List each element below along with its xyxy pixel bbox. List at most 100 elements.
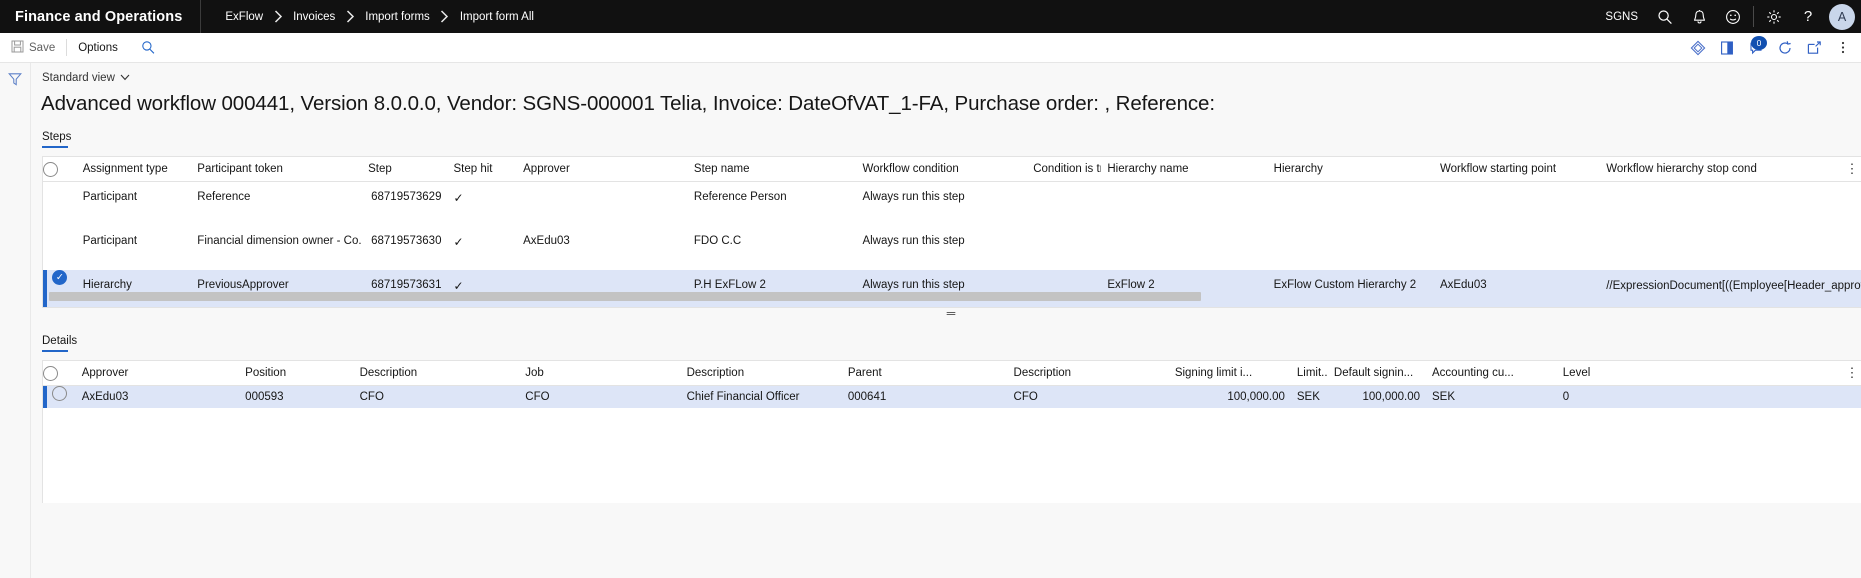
settings-gear-icon[interactable] — [1757, 0, 1791, 33]
notification-bell-icon[interactable] — [1682, 0, 1716, 33]
row-select-cell[interactable] — [43, 182, 77, 227]
col-position[interactable]: Position — [239, 361, 354, 386]
cell-workflow-starting-point — [1434, 182, 1600, 227]
col-level[interactable]: Level — [1556, 361, 1861, 386]
details-grid: Approver Position Description Job Descri… — [42, 360, 1861, 503]
breadcrumb-item-invoices[interactable]: Invoices — [291, 11, 337, 23]
row-selection-indicator — [43, 386, 47, 408]
refresh-icon[interactable] — [1770, 33, 1799, 62]
app-brand-title: Finance and Operations — [15, 8, 183, 25]
col-step-name[interactable]: Step name — [687, 157, 857, 182]
horizontal-scrollbar[interactable] — [49, 292, 1861, 301]
col-signing-limit[interactable]: Signing limit i... — [1168, 361, 1291, 386]
company-selector[interactable]: SGNS — [1595, 11, 1648, 23]
page-title: Advanced workflow 000441, Version 8.0.0.… — [41, 92, 1215, 115]
chevron-down-icon — [120, 72, 130, 84]
col-description-1[interactable]: Description — [353, 361, 520, 386]
col-assignment-type[interactable]: Assignment type — [76, 157, 192, 182]
col-limit-currency[interactable]: Limit... — [1290, 361, 1328, 386]
cell-step-name: FDO C.C — [693, 235, 742, 247]
cell-workflow-condition: Always run this step — [862, 279, 965, 291]
steps-header-row: Assignment type Participant token Step S… — [43, 157, 1861, 182]
row-select-circle-icon[interactable] — [51, 386, 67, 401]
cell-condition-is-true — [1027, 226, 1101, 270]
select-all-toggle[interactable] — [43, 361, 76, 386]
col-participant-token[interactable]: Participant token — [191, 157, 363, 182]
user-avatar[interactable]: A — [1829, 3, 1855, 30]
tab-steps[interactable]: Steps — [42, 131, 71, 148]
col-hierarchy[interactable]: Hierarchy — [1267, 157, 1434, 182]
view-selector[interactable]: Standard view — [39, 70, 130, 84]
cell-limit-currency: SEK — [1296, 390, 1320, 403]
cell-workflow-hierarchy-stop-cond — [1600, 226, 1861, 270]
attachments-diamond-icon[interactable] — [1683, 33, 1712, 62]
breadcrumb-item-import-forms[interactable]: Import forms — [363, 11, 432, 23]
messages-icon[interactable]: 0 — [1741, 33, 1770, 62]
breadcrumb: ExFlow Invoices Import forms Import form… — [201, 10, 536, 23]
tab-active-underline — [42, 350, 68, 352]
table-row[interactable]: Participant Reference 68719573629 ✓ Refe… — [43, 182, 1861, 227]
col-hierarchy-name[interactable]: Hierarchy name — [1101, 157, 1268, 182]
save-button[interactable]: Save — [0, 33, 66, 62]
column-options-icon[interactable]: ⋮ — [1845, 364, 1859, 381]
col-workflow-hierarchy-stop-cond[interactable]: Workflow hierarchy stop cond — [1600, 157, 1861, 182]
table-row[interactable]: Participant Financial dimension owner - … — [43, 226, 1861, 270]
tab-details[interactable]: Details — [42, 335, 77, 352]
feedback-smiley-icon[interactable] — [1716, 0, 1750, 33]
top-navigation-bar: Finance and Operations ExFlow Invoices I… — [0, 0, 1861, 33]
col-approver[interactable]: Approver — [517, 157, 688, 182]
action-search-icon[interactable] — [129, 40, 168, 55]
cell-approver — [517, 182, 688, 227]
help-question-icon[interactable]: ? — [1791, 0, 1825, 33]
cell-workflow-hierarchy-stop-cond — [1600, 182, 1861, 227]
col-workflow-condition[interactable]: Workflow condition — [856, 157, 1028, 182]
cell-participant-token: Reference — [197, 191, 251, 203]
select-all-circle-icon[interactable] — [43, 161, 58, 177]
row-select-cell[interactable] — [43, 226, 77, 270]
table-row-selected[interactable]: AxEdu03 000593 CFO CFO Chief Financial O… — [43, 385, 1861, 408]
column-options-icon[interactable]: ⋮ — [1845, 160, 1859, 177]
steps-table: Assignment type Participant token Step S… — [43, 157, 1861, 307]
cell-assignment-type: Participant — [82, 235, 138, 247]
col-step[interactable]: Step — [362, 157, 448, 182]
cell-hierarchy: ExFlow Custom Hierarchy 2 — [1273, 279, 1417, 291]
col-step-hit[interactable]: Step hit — [447, 157, 518, 182]
options-button[interactable]: Options — [67, 33, 129, 62]
col-workflow-starting-point[interactable]: Workflow starting point — [1433, 157, 1601, 182]
col-description-2[interactable]: Description — [680, 361, 842, 386]
col-parent[interactable]: Parent — [841, 361, 1008, 386]
scrollbar-thumb[interactable] — [49, 292, 1201, 301]
row-select-cell[interactable] — [43, 386, 76, 408]
popout-window-icon[interactable] — [1799, 33, 1828, 62]
breadcrumb-item-exflow[interactable]: ExFlow — [223, 11, 265, 23]
cell-workflow-condition: Always run this step — [862, 235, 965, 247]
col-approver[interactable]: Approver — [75, 361, 240, 386]
select-all-toggle[interactable] — [43, 157, 77, 182]
col-job[interactable]: Job — [519, 361, 681, 386]
cell-step: 68719573630 — [371, 235, 442, 247]
splitter-handle[interactable]: ═ — [42, 306, 1860, 322]
select-all-circle-icon[interactable] — [43, 365, 58, 381]
row-select-cell[interactable]: ✓ — [43, 270, 77, 307]
cell-step-name: P.H ExFLow 2 — [693, 279, 766, 291]
cell-hierarchy-name — [1101, 182, 1267, 227]
overflow-menu-icon[interactable] — [1828, 33, 1857, 62]
open-panel-icon[interactable] — [1712, 33, 1741, 62]
filter-rail[interactable] — [0, 63, 31, 578]
col-description-3[interactable]: Description — [1007, 361, 1169, 386]
cell-description-2: Chief Financial Officer — [686, 390, 800, 403]
save-label: Save — [29, 41, 56, 54]
col-accounting-currency[interactable]: Accounting cu... — [1426, 361, 1557, 386]
cell-approver: AxEdu03 — [523, 235, 570, 247]
row-selected-check-icon[interactable]: ✓ — [52, 270, 68, 285]
col-condition-is-true[interactable]: Condition is true — [1027, 157, 1102, 182]
cell-hierarchy-name — [1101, 226, 1267, 270]
finance-operations-window: Finance and Operations ExFlow Invoices I… — [0, 0, 1861, 578]
search-icon[interactable] — [1648, 0, 1682, 33]
filter-funnel-icon[interactable] — [8, 72, 22, 91]
table-row-selected[interactable]: ✓ Hierarchy PreviousApprover 68719573631… — [43, 270, 1861, 307]
breadcrumb-item-import-form-all[interactable]: Import form All — [458, 11, 536, 23]
col-default-signing[interactable]: Default signin... — [1327, 361, 1426, 386]
cell-hierarchy-name: ExFlow 2 — [1107, 279, 1155, 291]
cell-position: 000593 — [245, 390, 284, 403]
